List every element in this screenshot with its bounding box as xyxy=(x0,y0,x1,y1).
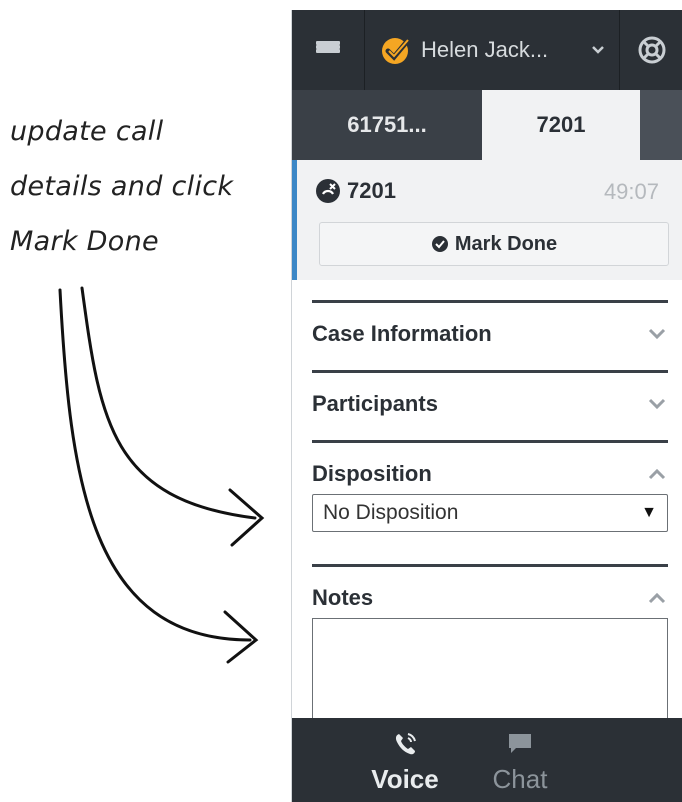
menu-button[interactable] xyxy=(292,10,365,90)
section-title: Participants xyxy=(312,391,438,416)
voice-label: Voice xyxy=(371,764,439,794)
interaction-id: 7201 xyxy=(347,178,396,203)
agent-name: Helen Jack... xyxy=(421,37,549,62)
chat-bubble-icon xyxy=(509,734,531,753)
check-circle-icon xyxy=(431,236,448,252)
workspace-widget: Helen Jack... 61751... 7201 7201 49:07 M… xyxy=(291,10,682,802)
chevron-up-icon xyxy=(648,468,666,480)
case-information-section: Case Information xyxy=(312,300,668,365)
interaction-tabs: 61751... 7201 xyxy=(292,90,682,160)
interaction-header: 7201 49:07 Mark Done xyxy=(292,160,682,280)
top-bar: Helen Jack... xyxy=(292,10,682,90)
agent-status-button[interactable]: Helen Jack... xyxy=(365,10,620,90)
mark-done-label: Mark Done xyxy=(454,232,558,255)
chat-label: Chat xyxy=(492,764,548,794)
bottom-navigation: Voice Chat xyxy=(292,718,682,802)
disposition-select[interactable]: No Disposition ▼ xyxy=(312,494,668,532)
arrowhead-notes xyxy=(223,610,259,664)
chevron-down-icon xyxy=(592,46,604,54)
phone-icon xyxy=(395,733,416,755)
chat-tab[interactable]: Chat xyxy=(480,718,560,802)
tab-7201[interactable]: 7201 xyxy=(482,90,640,160)
section-title: Case Information xyxy=(312,321,492,346)
tab-61751[interactable]: 61751... xyxy=(292,90,482,160)
participants-header[interactable]: Participants xyxy=(312,373,668,435)
case-information-header[interactable]: Case Information xyxy=(312,303,668,365)
tab-bar-filler xyxy=(640,90,682,160)
mark-done-button[interactable]: Mark Done xyxy=(319,222,669,266)
hamburger-menu-icon xyxy=(316,41,340,59)
interaction-timer: 49:07 xyxy=(603,179,659,204)
disposition-value: No Disposition xyxy=(323,501,459,524)
arrow-to-disposition xyxy=(80,286,257,520)
dropdown-arrow-icon: ▼ xyxy=(641,504,657,521)
voice-tab[interactable]: Voice xyxy=(330,718,480,802)
section-title: Disposition xyxy=(312,461,432,486)
support-button[interactable] xyxy=(620,10,682,90)
agent-status-icon xyxy=(382,36,412,64)
chevron-down-icon xyxy=(648,398,666,410)
interaction-id-row: 7201 xyxy=(315,178,396,204)
section-title: Notes xyxy=(312,585,374,610)
participants-section: Participants xyxy=(312,370,668,435)
call-ended-icon xyxy=(316,179,340,203)
chevron-up-icon xyxy=(648,592,666,604)
lifebuoy-icon xyxy=(638,36,665,64)
chevron-down-icon xyxy=(648,328,666,340)
notes-textarea[interactable] xyxy=(312,618,668,728)
